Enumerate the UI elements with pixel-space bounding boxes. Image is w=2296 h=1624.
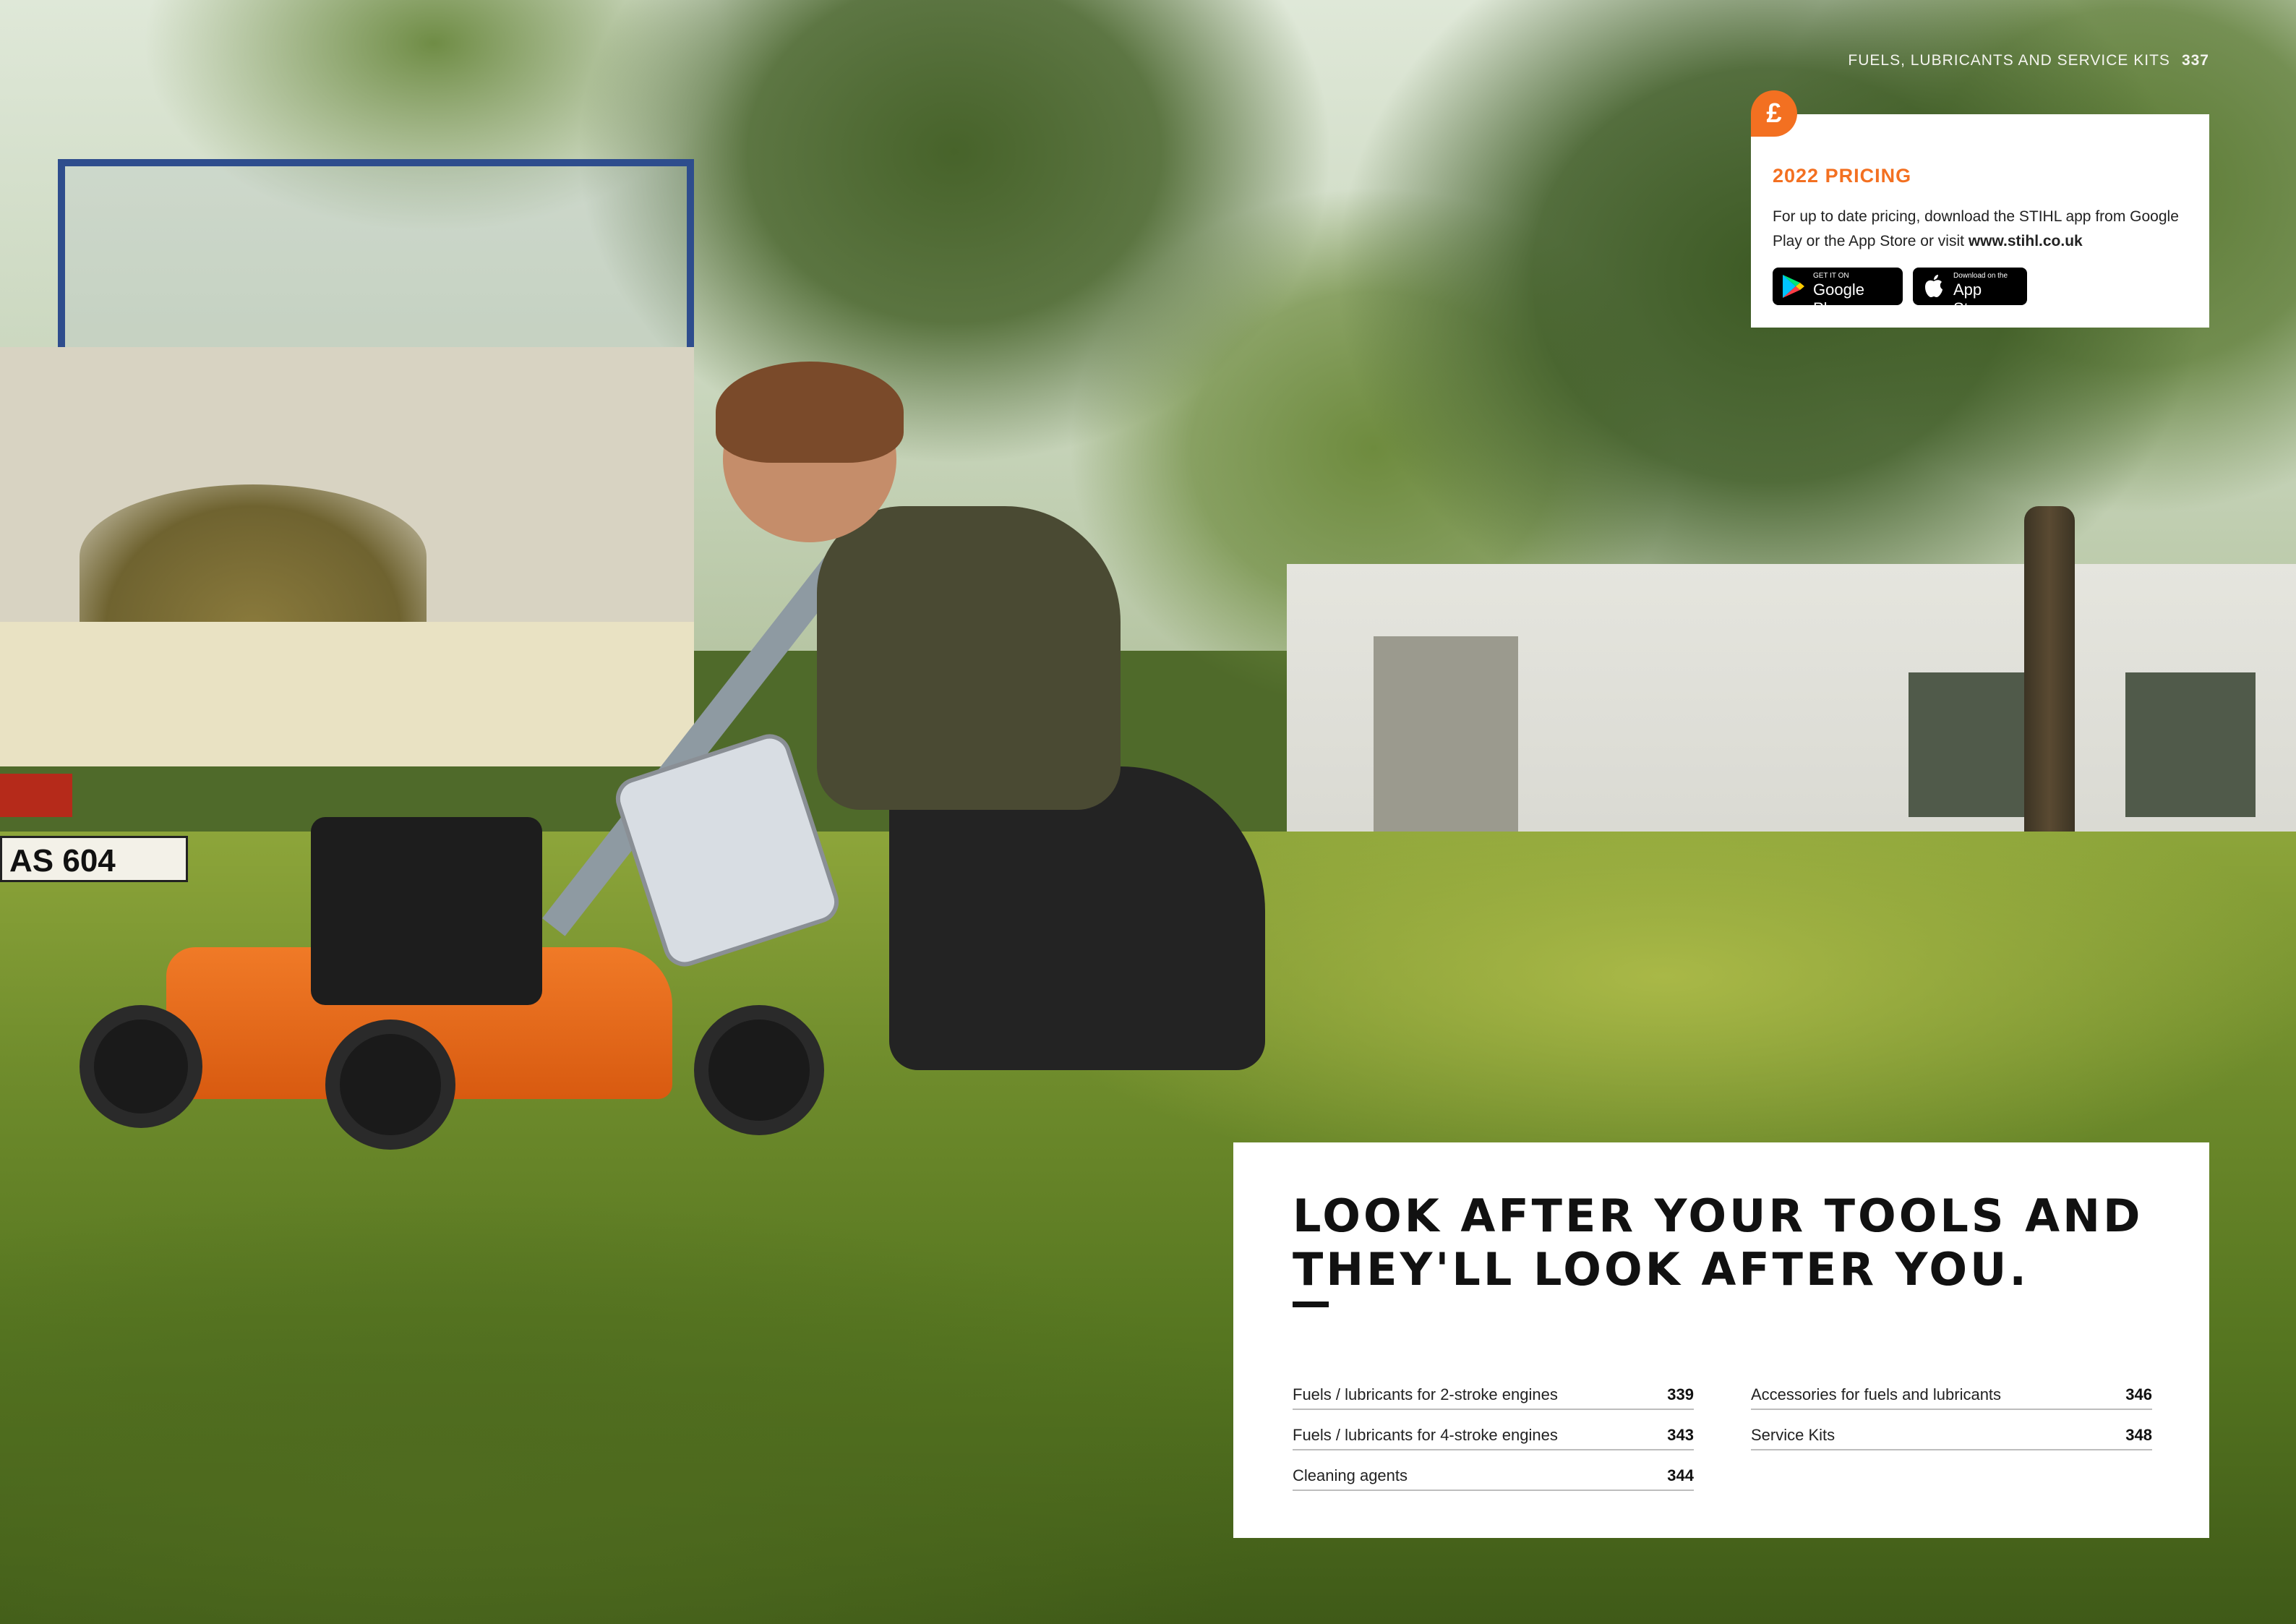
truck-rail [58,159,694,354]
contents-label: Fuels / lubricants for 2-stroke engines [1293,1385,1558,1403]
truck [0,159,708,853]
contents-label: Accessories for fuels and lubricants [1751,1385,2002,1403]
building [1287,564,2296,853]
headline-line-1: LOOK AFTER YOUR TOOLS AND [1293,1189,2143,1242]
building-door [1374,636,1518,853]
building-window [1909,672,2039,817]
contents-row[interactable]: Fuels / lubricants for 2-stroke engines … [1293,1381,1694,1410]
contents-row[interactable]: Service Kits 348 [1751,1410,2152,1450]
google-play-badge[interactable]: GET IT ON Google Play [1773,268,1903,317]
headline: LOOK AFTER YOUR TOOLS AND THEY'LL LOOK A… [1293,1189,2143,1296]
section-title: FUELS, LUBRICANTS AND SERVICE KITS [1848,52,2170,69]
tree-trunk [2024,506,2075,860]
headline-dash [1293,1302,1329,1307]
contents-row[interactable]: Fuels / lubricants for 4-stroke engines … [1293,1410,1694,1450]
building-window [2125,672,2256,817]
contents-column-right: Accessories for fuels and lubricants 346… [1751,1381,2152,1450]
mower-wheel [325,1020,455,1150]
contents-card: LOOK AFTER YOUR TOOLS AND THEY'LL LOOK A… [1233,1142,2209,1538]
running-header: FUELS, LUBRICANTS AND SERVICE KITS 337 [1848,52,2209,69]
contents-label: Service Kits [1751,1426,1835,1444]
person-hair [716,362,904,463]
contents-page: 339 [1667,1385,1694,1403]
contents-page: 346 [2125,1385,2152,1403]
truck-tail-light [0,774,72,817]
apple-icon [1925,275,1942,297]
pricing-text: For up to date pricing, download the STI… [1773,205,2192,254]
mower-engine [311,817,542,1005]
headline-line-2: THEY'LL LOOK AFTER YOU. [1293,1243,2029,1296]
google-play-small: GET IT ON [1813,272,1849,280]
app-store-label: App Store [1953,281,1992,317]
app-store-small: Download on the [1953,272,2008,280]
contents-column-left: Fuels / lubricants for 2-stroke engines … [1293,1381,1694,1491]
contents-page: 343 [1667,1426,1694,1444]
pricing-title: 2022 PRICING [1773,165,1912,187]
app-store-badge[interactable]: Download on the App Store [1913,268,2027,317]
pricing-card: 2022 PRICING For up to date pricing, dow… [1751,114,2209,328]
google-play-label: Google Play [1813,281,1864,317]
contents-label: Fuels / lubricants for 4-stroke engines [1293,1426,1558,1444]
mower-wheel [80,1005,202,1128]
pound-sign-icon: £ [1751,90,1797,137]
contents-page: 348 [2125,1426,2152,1444]
person-torso [817,506,1121,810]
contents-page: 344 [1667,1466,1694,1484]
website-link[interactable]: www.stihl.co.uk [1969,233,2083,249]
truck-tailgate [0,622,694,766]
google-play-icon [1783,275,1804,298]
contents-row[interactable]: Accessories for fuels and lubricants 346 [1751,1381,2152,1410]
page-number: 337 [2181,52,2209,69]
person-legs [889,766,1265,1070]
grass-clippings-pile [80,484,427,629]
contents-row[interactable]: Cleaning agents 344 [1293,1450,1694,1491]
contents-label: Cleaning agents [1293,1466,1408,1484]
person-kneeling [610,362,1272,1099]
